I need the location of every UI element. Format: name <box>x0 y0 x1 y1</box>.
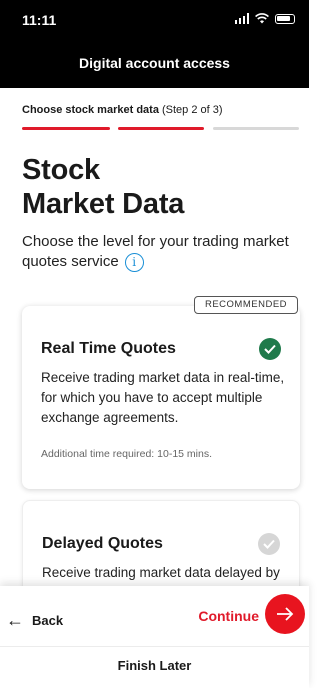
signal-icon <box>234 13 249 24</box>
subtitle-text: Choose the level for your trading market… <box>22 233 289 270</box>
info-icon[interactable]: i <box>124 252 144 272</box>
nav-bar: Digital account access <box>0 38 309 88</box>
step-label: Choose stock market data <box>22 104 159 116</box>
option-description: Receive trading market data delayed by <box>42 565 280 580</box>
finish-later-button[interactable]: Finish Later <box>0 658 309 673</box>
progress-segment-1 <box>22 127 110 130</box>
battery-icon <box>275 13 295 24</box>
continue-button[interactable] <box>265 594 305 634</box>
progress-segment-3 <box>213 127 299 130</box>
back-label: Back <box>32 613 64 628</box>
option-description: Receive trading market data in real-time… <box>41 370 285 425</box>
progress-segment-2 <box>118 127 204 130</box>
option-title: Delayed Quotes <box>42 535 163 552</box>
unselected-check-icon <box>258 533 280 555</box>
page-subtitle: Choose the level for your trading market… <box>22 232 292 272</box>
option-note: Additional time required: 10-15 mins. <box>41 448 213 460</box>
footer-bar: ← Back Continue Finish Later <box>0 586 309 688</box>
option-card-real-time[interactable]: Real Time Quotes Receive trading market … <box>22 306 300 489</box>
selected-check-icon <box>259 338 281 360</box>
page-header-title: Digital account access <box>79 55 230 71</box>
arrow-right-icon <box>277 607 294 621</box>
status-icons <box>234 13 295 24</box>
status-time: 11:11 <box>22 12 57 28</box>
continue-label[interactable]: Continue <box>198 608 259 624</box>
page-title-line2: Market Data <box>22 188 185 220</box>
recommended-badge: RECOMMENDED <box>194 296 298 314</box>
back-button[interactable]: ← Back <box>6 610 63 631</box>
wifi-icon <box>255 13 269 24</box>
option-title: Real Time Quotes <box>41 340 176 357</box>
step-indicator: Choose stock market data (Step 2 of 3) <box>22 104 223 116</box>
page-title-line1: Stock <box>22 154 100 186</box>
arrow-left-icon: ← <box>6 610 24 630</box>
page-title: Stock Market Data <box>22 153 184 221</box>
footer-divider <box>0 646 309 647</box>
status-bar: 11:11 <box>0 0 309 38</box>
step-counter: (Step 2 of 3) <box>162 104 223 116</box>
